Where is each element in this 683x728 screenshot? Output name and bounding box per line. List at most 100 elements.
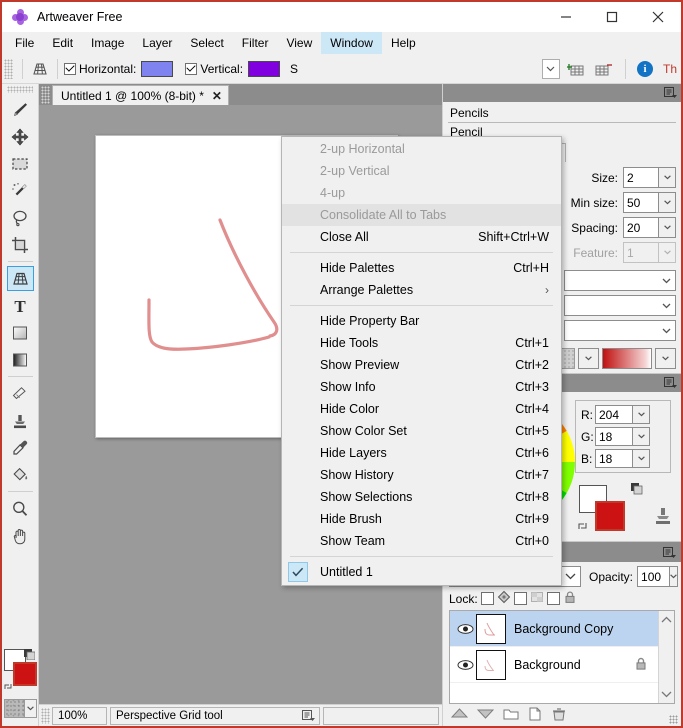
- perspective-grid-tool[interactable]: [6, 266, 34, 291]
- menu-item-hide-tools[interactable]: Hide Tools Ctrl+1: [282, 332, 561, 354]
- raise-layer-icon[interactable]: [450, 707, 469, 723]
- clone-color-icon[interactable]: [653, 506, 673, 531]
- spacing-spinner[interactable]: [623, 217, 676, 238]
- move-tool[interactable]: [7, 124, 34, 149]
- zoom-tool[interactable]: [7, 496, 34, 521]
- min-size-stepper-icon[interactable]: [659, 192, 676, 213]
- delete-layer-icon[interactable]: [551, 707, 567, 724]
- spacing-stepper-icon[interactable]: [659, 217, 676, 238]
- brush-tool[interactable]: [7, 97, 34, 122]
- menu-item-show-color-set[interactable]: Show Color Set Ctrl+5: [282, 420, 561, 442]
- menu-item-untitled-1[interactable]: Untitled 1: [282, 561, 561, 583]
- swap-colors-icon[interactable]: [3, 681, 14, 692]
- horizontal-color-swatch[interactable]: [141, 60, 174, 77]
- menu-select[interactable]: Select: [181, 32, 232, 54]
- min-size-input[interactable]: [623, 192, 659, 213]
- toolbox-grip[interactable]: [7, 86, 33, 93]
- horizontal-checkbox[interactable]: [64, 62, 76, 75]
- new-layer-icon[interactable]: [528, 707, 542, 724]
- palette-menu-icon[interactable]: [664, 87, 677, 99]
- r-input[interactable]: [595, 405, 633, 424]
- menu-item-2up-vertical[interactable]: 2-up Vertical: [282, 160, 561, 182]
- lower-layer-icon[interactable]: [476, 707, 495, 723]
- menu-item-consolidate-all-to-tabs[interactable]: Consolidate All to Tabs: [282, 204, 561, 226]
- resize-grip[interactable]: [669, 715, 678, 724]
- brush-category[interactable]: Pencils: [448, 105, 676, 121]
- b-stepper-icon[interactable]: [633, 449, 650, 468]
- min-size-spinner[interactable]: [623, 192, 676, 213]
- vertical-color-swatch[interactable]: [248, 60, 281, 77]
- brush-dropdown-2[interactable]: [564, 295, 676, 316]
- maximize-button[interactable]: [589, 2, 635, 32]
- vertical-checkbox[interactable]: [185, 62, 198, 75]
- gradient-preview[interactable]: [602, 348, 652, 369]
- texture-preview[interactable]: [3, 699, 25, 718]
- shape-tool[interactable]: [7, 320, 34, 345]
- document-tab-untitled-1[interactable]: Untitled 1 @ 100% (8-bit) * ✕: [52, 85, 229, 105]
- lasso-tool[interactable]: [7, 205, 34, 230]
- layer-row-background[interactable]: Background: [450, 647, 658, 683]
- close-button[interactable]: [635, 2, 681, 32]
- menu-item-show-history[interactable]: Show History Ctrl+7: [282, 464, 561, 486]
- lock-transparency-checkbox[interactable]: [480, 592, 494, 605]
- property-bar-grip[interactable]: [4, 58, 13, 79]
- menu-item-hide-palettes[interactable]: Hide Palettes Ctrl+H: [282, 257, 561, 279]
- scroll-down-icon[interactable]: [661, 687, 672, 701]
- size-input[interactable]: [623, 167, 659, 188]
- close-icon[interactable]: ✕: [212, 89, 222, 103]
- minimize-button[interactable]: [543, 2, 589, 32]
- grid-preset-dropdown[interactable]: [541, 58, 560, 79]
- g-input[interactable]: [595, 427, 633, 446]
- menu-item-hide-layers[interactable]: Hide Layers Ctrl+6: [282, 442, 561, 464]
- menu-image[interactable]: Image: [82, 32, 133, 54]
- r-stepper-icon[interactable]: [633, 405, 650, 424]
- size-spinner[interactable]: [623, 167, 676, 188]
- layer-row-background-copy[interactable]: Background Copy: [450, 611, 658, 647]
- swap-colors-icon[interactable]: [577, 520, 589, 535]
- menu-item-4up[interactable]: 4-up: [282, 182, 561, 204]
- tab-strip-grip[interactable]: [41, 86, 50, 104]
- paint-bucket-tool[interactable]: [7, 462, 34, 487]
- foreground-color-swatch[interactable]: [595, 501, 625, 531]
- menu-layer[interactable]: Layer: [133, 32, 181, 54]
- menu-view[interactable]: View: [277, 32, 321, 54]
- pattern-dropdown[interactable]: [578, 348, 599, 369]
- menu-edit[interactable]: Edit: [43, 32, 82, 54]
- rectangular-marquee-tool[interactable]: [7, 151, 34, 176]
- opacity-input[interactable]: [637, 566, 671, 587]
- zoom-level-field[interactable]: 100%: [52, 706, 107, 725]
- brush-dropdown-3[interactable]: [564, 320, 676, 341]
- b-input[interactable]: [595, 449, 633, 468]
- g-stepper-icon[interactable]: [633, 427, 650, 446]
- menu-item-hide-property-bar[interactable]: Hide Property Bar: [282, 310, 561, 332]
- crop-tool[interactable]: [7, 232, 34, 257]
- lock-position-checkbox[interactable]: [546, 592, 560, 605]
- menu-window[interactable]: Window: [321, 32, 382, 54]
- color-mode-icon[interactable]: [631, 483, 643, 498]
- menu-item-arrange-palettes[interactable]: Arrange Palettes ›: [282, 279, 561, 301]
- foreground-color-swatch[interactable]: [13, 662, 37, 686]
- menu-item-2up-horizontal[interactable]: 2-up Horizontal: [282, 138, 561, 160]
- eye-icon[interactable]: [454, 623, 476, 635]
- remove-grid-icon[interactable]: [592, 58, 614, 80]
- menu-item-show-info[interactable]: Show Info Ctrl+3: [282, 376, 561, 398]
- status-menu-icon[interactable]: [302, 709, 315, 725]
- spacing-input[interactable]: [623, 217, 659, 238]
- scroll-up-icon[interactable]: [661, 613, 672, 627]
- layer-list-scrollbar[interactable]: [658, 611, 674, 703]
- palette-menu-icon[interactable]: [664, 377, 677, 389]
- size-stepper-icon[interactable]: [659, 167, 676, 188]
- info-icon[interactable]: i: [636, 60, 653, 77]
- menu-item-show-preview[interactable]: Show Preview Ctrl+2: [282, 354, 561, 376]
- lock-pixels-checkbox[interactable]: [513, 592, 527, 605]
- menu-help[interactable]: Help: [382, 32, 425, 54]
- hand-tool[interactable]: [7, 523, 34, 548]
- text-tool[interactable]: T: [7, 293, 34, 318]
- palette-menu-icon[interactable]: [663, 547, 676, 559]
- menu-item-hide-brush[interactable]: Hide Brush Ctrl+9: [282, 508, 561, 530]
- add-grid-icon[interactable]: [565, 58, 587, 80]
- menu-item-show-team[interactable]: Show Team Ctrl+0: [282, 530, 561, 552]
- menu-file[interactable]: File: [6, 32, 43, 54]
- gradient-dropdown[interactable]: [655, 348, 676, 369]
- eye-icon[interactable]: [454, 659, 476, 671]
